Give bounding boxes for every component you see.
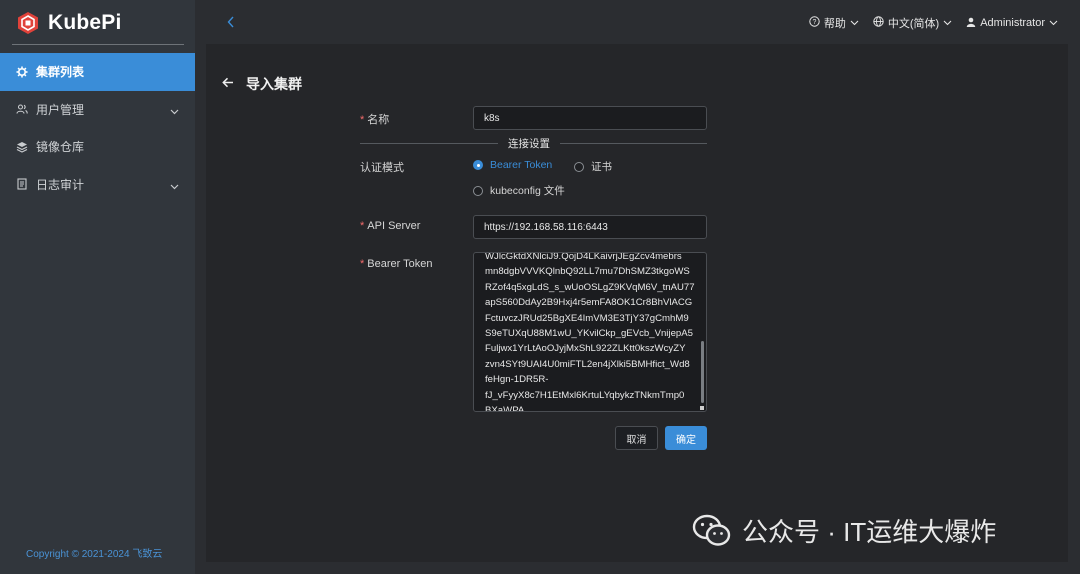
sidebar-item-label: 用户管理	[36, 102, 85, 117]
token-line: RZof4q5xgLdS_s_wUoOSLgZ9KVqM6V_tnAU77	[485, 281, 695, 293]
svg-text:?: ?	[812, 19, 816, 26]
sidebar-item-registry[interactable]: 镜像仓库	[0, 128, 195, 166]
user-icon	[966, 17, 976, 30]
topbar: ? 帮助 中文(简体) Administrator	[195, 0, 1080, 44]
page-header: 导入集群	[222, 74, 302, 94]
help-icon: ?	[809, 16, 820, 30]
chevron-down-icon	[170, 104, 179, 118]
back-arrow-icon[interactable]	[222, 75, 234, 93]
language-menu[interactable]: 中文(简体)	[873, 15, 952, 31]
kubepi-logo-icon	[16, 11, 40, 35]
api-server-input-value: https://192.168.58.116:6443	[484, 221, 608, 233]
watermark: 公众号 · IT运维大爆炸	[692, 512, 996, 549]
name-label-text: 名称	[367, 114, 390, 126]
api-server-label-text: API Server	[367, 220, 421, 232]
sidebar-nav: 集群列表 用户管理 镜像仓库 日志审计	[0, 53, 195, 203]
sidebar-item-users[interactable]: 用户管理	[0, 91, 195, 129]
sidebar-item-label: 日志审计	[36, 177, 85, 192]
sidebar: KubePi 集群列表 用户管理 镜像仓库 日志审计 Copyright © 2…	[0, 0, 195, 574]
topbar-actions: ? 帮助 中文(简体) Administrator	[809, 15, 1058, 31]
token-line: fJ_vFyyX8c7H1EtMxl6KrtuLYqbykzTNkmTmp0	[485, 389, 685, 401]
name-input[interactable]: k8s	[473, 106, 707, 130]
language-label: 中文(简体)	[887, 18, 940, 30]
users-icon	[16, 103, 28, 115]
auth-option-label: kubeconfig 文件	[490, 185, 565, 197]
confirm-button[interactable]: 确定	[665, 426, 707, 450]
api-server-input[interactable]: https://192.168.58.116:6443	[473, 215, 707, 239]
bearer-token-label: * Bearer Token	[360, 258, 433, 270]
auth-option-label: Bearer Token	[490, 159, 553, 171]
token-line: zvn4SYt9UAI4U0miFTL2en4jXlki5BMHfict_Wd8	[485, 358, 690, 370]
sidebar-item-label: 集群列表	[36, 65, 85, 80]
token-line: FctuvczJRUd25BgXE4ImVM3E3TjY37gCmhM9	[485, 312, 689, 324]
sidebar-item-audit-log[interactable]: 日志审计	[0, 166, 195, 204]
logo-divider	[12, 44, 184, 45]
api-server-label: * API Server	[360, 220, 420, 232]
user-name: Administrator	[980, 17, 1045, 29]
name-label: * 名称	[360, 111, 389, 127]
copyright-text: Copyright © 2021-2024 飞致云	[26, 549, 163, 560]
globe-icon	[873, 16, 884, 30]
help-label: 帮助	[823, 18, 846, 30]
token-line: mn8dgbVVVKQlnbQ92LL7mu7DhSMZ3tkgoWS	[485, 266, 690, 278]
sidebar-item-label: 镜像仓库	[36, 140, 85, 155]
bearer-token-textarea[interactable]: WJlcGktdXNlciJ9.QojD4LKaivrjJEgZcv4mebrs…	[473, 252, 707, 412]
token-line: WJlcGktdXNlciJ9.QojD4LKaivrjJEgZcv4mebrs	[485, 252, 682, 262]
auth-option-bearer-token[interactable]: Bearer Token	[473, 159, 552, 171]
resize-grip-icon[interactable]	[700, 406, 704, 410]
collapse-sidebar-icon[interactable]	[227, 15, 235, 33]
page-title: 导入集群	[246, 76, 302, 92]
user-menu[interactable]: Administrator	[966, 17, 1058, 30]
radio-unselected-icon	[574, 161, 584, 172]
document-icon	[16, 178, 28, 190]
token-line: BXaWPA	[485, 405, 525, 412]
gear-icon	[16, 66, 28, 78]
cancel-button[interactable]: 取消	[615, 426, 658, 450]
required-mark: *	[360, 258, 365, 270]
section-title: 连接设置	[498, 136, 560, 151]
auth-option-label: 证书	[591, 161, 612, 173]
watermark-text: 公众号 · IT运维大爆炸	[742, 517, 997, 547]
radio-unselected-icon	[473, 185, 483, 196]
token-line: Fuljwx1YrLtAoOJyjMxShL922ZLKtt0kszWcyZY	[485, 343, 686, 355]
auth-mode-label: 认证模式	[360, 162, 404, 174]
help-menu[interactable]: ? 帮助	[809, 15, 859, 31]
textarea-scrollbar[interactable]	[701, 341, 704, 403]
app-logo[interactable]: KubePi	[16, 8, 122, 38]
required-mark: *	[360, 220, 365, 232]
required-mark: *	[360, 114, 365, 126]
wechat-icon	[692, 514, 732, 548]
auth-option-kubeconfig[interactable]: kubeconfig 文件	[473, 183, 565, 198]
sidebar-item-clusters[interactable]: 集群列表	[0, 53, 195, 91]
chevron-down-icon	[850, 17, 859, 29]
chevron-down-icon	[1049, 17, 1058, 29]
layers-icon	[16, 141, 28, 153]
chevron-down-icon	[943, 17, 952, 29]
auth-option-certificate[interactable]: 证书	[574, 159, 612, 174]
chevron-down-icon	[170, 179, 179, 193]
token-line: feHgn-1DR5R-	[485, 374, 549, 386]
radio-selected-icon	[473, 160, 483, 170]
token-line: apS560DdAy2B9Hxj4r5emFA8OK1Cr8BhVlACG	[485, 297, 693, 309]
app-name: KubePi	[48, 11, 122, 34]
token-lines: WJlcGktdXNlciJ9.QojD4LKaivrjJEgZcv4mebrs…	[474, 252, 695, 412]
name-input-value: k8s	[484, 112, 500, 124]
token-line: S9eTUXqU88M1wU_YKvilCkp_gEVcb_VnijepA5	[485, 328, 693, 340]
bearer-token-label-text: Bearer Token	[367, 258, 433, 270]
